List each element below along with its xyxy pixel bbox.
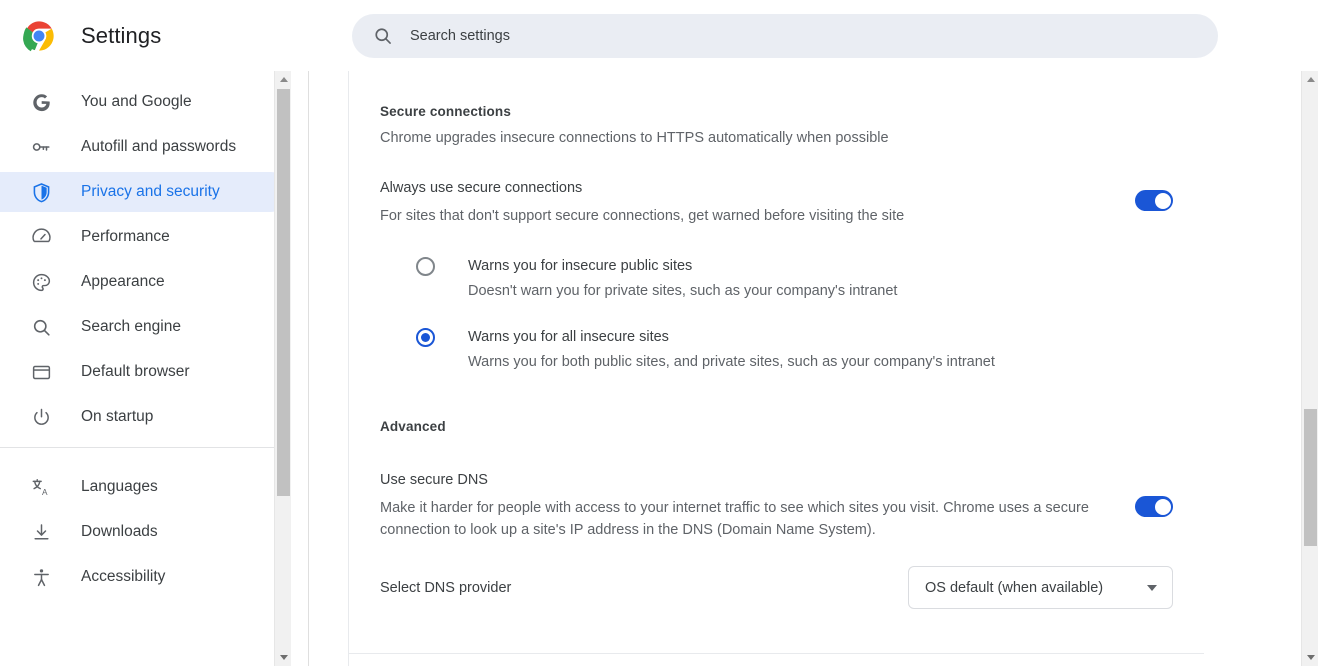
sidebar-item-label: You and Google: [81, 93, 192, 111]
power-icon: [30, 406, 52, 428]
always-use-secure-connections-row: Always use secure connections For sites …: [380, 180, 1173, 227]
sidebar-item-autofill-and-passwords[interactable]: Autofill and passwords: [0, 127, 291, 167]
always-use-secure-connections-title: Always use secure connections: [380, 180, 904, 196]
dns-provider-value: OS default (when available): [925, 580, 1103, 596]
sidebar-item-search-engine[interactable]: Search engine: [0, 307, 291, 347]
key-icon: [30, 136, 52, 158]
sidebar-item-default-browser[interactable]: Default browser: [0, 352, 291, 392]
svg-text:A: A: [42, 487, 48, 496]
translate-icon: A: [30, 476, 52, 498]
use-secure-dns-row: Use secure DNS Make it harder for people…: [380, 472, 1173, 541]
radio-option-title: Warns you for insecure public sites: [468, 258, 692, 274]
sidebar-divider: [0, 447, 291, 448]
use-secure-dns-title: Use secure DNS: [380, 472, 1125, 488]
next-card-edge: [348, 653, 1204, 666]
sidebar-item-privacy-and-security[interactable]: Privacy and security: [0, 172, 291, 212]
secure-connections-heading: Secure connections: [380, 104, 1173, 119]
dns-provider-dropdown[interactable]: OS default (when available): [908, 566, 1173, 609]
download-icon: [30, 521, 52, 543]
sidebar-item-label: Performance: [81, 228, 170, 246]
settings-page: Settings Search settings You and Google: [0, 0, 1318, 666]
radio-button[interactable]: [416, 257, 435, 276]
sidebar-item-label: Privacy and security: [81, 183, 220, 201]
app-header: Settings Search settings: [0, 0, 1318, 71]
select-dns-provider-row: Select DNS provider OS default (when ava…: [380, 566, 1173, 609]
always-use-secure-connections-toggle[interactable]: [1135, 190, 1173, 211]
sidebar-item-label: Downloads: [81, 523, 158, 541]
page-scrollbar[interactable]: [1301, 71, 1318, 666]
radio-option-desc: Warns you for both public sites, and pri…: [468, 354, 995, 370]
sidebar-item-accessibility[interactable]: Accessibility: [0, 557, 291, 597]
page-title: Settings: [81, 23, 161, 49]
radio-option-desc: Doesn't warn you for private sites, such…: [468, 283, 897, 299]
settings-content-card: Secure connections Chrome upgrades insec…: [348, 71, 1204, 666]
sidebar-item-label: Appearance: [81, 273, 165, 291]
radio-button[interactable]: [416, 328, 435, 347]
sidebar-item-label: Accessibility: [81, 568, 165, 586]
sidebar-item-downloads[interactable]: Downloads: [0, 512, 291, 552]
sidebar-item-label: On startup: [81, 408, 153, 426]
secure-connections-subtitle: Chrome upgrades insecure connections to …: [380, 130, 1173, 146]
sidebar-item-label: Default browser: [81, 363, 190, 381]
sidebar-scrollbar-thumb[interactable]: [277, 89, 290, 496]
always-use-secure-connections-desc: For sites that don't support secure conn…: [380, 205, 904, 227]
sidebar-item-on-startup[interactable]: On startup: [0, 397, 291, 437]
sidebar: You and Google Autofill and passwords: [0, 71, 291, 666]
body-row: You and Google Autofill and passwords: [0, 71, 1318, 666]
sidebar-group-primary: You and Google Autofill and passwords: [0, 71, 291, 437]
scroll-down-arrow[interactable]: [275, 649, 291, 666]
radio-option-public-sites[interactable]: Warns you for insecure public sites Does…: [380, 257, 1173, 299]
sidebar-item-appearance[interactable]: Appearance: [0, 262, 291, 302]
sidebar-item-label: Languages: [81, 478, 158, 496]
magnifier-icon: [30, 316, 52, 338]
select-dns-provider-label: Select DNS provider: [380, 580, 511, 596]
shield-icon: [30, 181, 52, 203]
scroll-up-arrow[interactable]: [1302, 71, 1318, 88]
radio-option-title: Warns you for all insecure sites: [468, 329, 669, 345]
sidebar-item-performance[interactable]: Performance: [0, 217, 291, 257]
scroll-down-arrow[interactable]: [1302, 649, 1318, 666]
radio-option-all-insecure-sites[interactable]: Warns you for all insecure sites Warns y…: [380, 328, 1173, 370]
browser-window-icon: [30, 361, 52, 383]
search-icon: [373, 26, 393, 46]
chevron-down-icon: [1147, 585, 1157, 591]
pane-divider: [308, 71, 309, 666]
google-g-icon: [30, 91, 52, 113]
right-gutter: [1204, 71, 1301, 666]
sidebar-item-label: Autofill and passwords: [81, 138, 236, 156]
accessibility-icon: [30, 566, 52, 588]
use-secure-dns-toggle[interactable]: [1135, 496, 1173, 517]
chrome-logo-icon: [23, 20, 55, 52]
sidebar-scrollbar[interactable]: [274, 71, 291, 666]
palette-icon: [30, 271, 52, 293]
sidebar-item-label: Search engine: [81, 318, 181, 336]
speedometer-icon: [30, 226, 52, 248]
advanced-heading: Advanced: [380, 419, 1173, 434]
sidebar-group-secondary: A Languages Downloads: [0, 456, 291, 597]
sidebar-item-you-and-google[interactable]: You and Google: [0, 82, 291, 122]
page-scrollbar-thumb[interactable]: [1304, 409, 1317, 546]
use-secure-dns-desc: Make it harder for people with access to…: [380, 497, 1125, 541]
sidebar-item-languages[interactable]: A Languages: [0, 467, 291, 507]
left-gutter: [309, 71, 348, 666]
search-placeholder: Search settings: [410, 28, 510, 44]
search-input[interactable]: Search settings: [352, 14, 1218, 58]
scroll-up-arrow[interactable]: [275, 71, 291, 88]
